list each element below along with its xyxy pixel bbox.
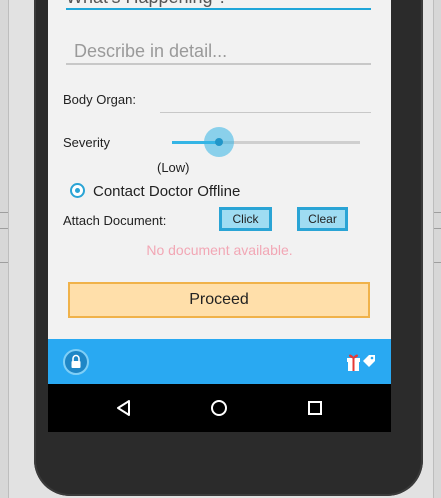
home-circle-icon[interactable] bbox=[209, 398, 229, 423]
desktop-divider bbox=[0, 262, 8, 263]
app-screen: What's Happening ? Describe in detail...… bbox=[48, 0, 391, 432]
whats-happening-input[interactable]: What's Happening ? bbox=[66, 0, 371, 10]
desktop-divider bbox=[0, 228, 8, 229]
describe-detail-placeholder[interactable]: Describe in detail... bbox=[74, 41, 227, 62]
body-organ-underline bbox=[160, 112, 371, 113]
severity-slider-thumb[interactable] bbox=[215, 138, 223, 146]
proceed-button[interactable]: Proceed bbox=[68, 282, 370, 318]
desktop-divider bbox=[434, 212, 441, 213]
desktop-divider bbox=[434, 262, 441, 263]
body-organ-input[interactable] bbox=[163, 92, 368, 108]
severity-value-label: (Low) bbox=[157, 160, 190, 175]
android-navigation-bar bbox=[48, 384, 391, 432]
contact-offline-radio[interactable] bbox=[70, 183, 85, 198]
attach-clear-button[interactable]: Clear bbox=[297, 207, 348, 231]
contact-offline-label[interactable]: Contact Doctor Offline bbox=[93, 183, 240, 200]
back-triangle-icon[interactable] bbox=[114, 398, 134, 423]
attach-click-button[interactable]: Click bbox=[219, 207, 272, 231]
lock-icon[interactable] bbox=[63, 349, 89, 375]
desktop-divider bbox=[0, 212, 8, 213]
attach-document-label: Attach Document: bbox=[63, 213, 167, 228]
body-organ-label: Body Organ: bbox=[63, 92, 136, 107]
desktop-left-edge bbox=[0, 0, 9, 498]
no-document-message: No document available. bbox=[146, 242, 293, 258]
desktop-divider bbox=[434, 228, 441, 229]
recents-square-icon[interactable] bbox=[305, 398, 325, 423]
describe-underline bbox=[66, 63, 371, 65]
desktop-right-edge bbox=[433, 0, 441, 498]
form-content: What's Happening ? Describe in detail...… bbox=[48, 0, 391, 339]
gift-tag-icon[interactable] bbox=[344, 352, 378, 374]
bottom-toolbar bbox=[48, 339, 391, 384]
severity-label: Severity bbox=[63, 135, 110, 150]
radio-selected-dot bbox=[75, 188, 80, 193]
